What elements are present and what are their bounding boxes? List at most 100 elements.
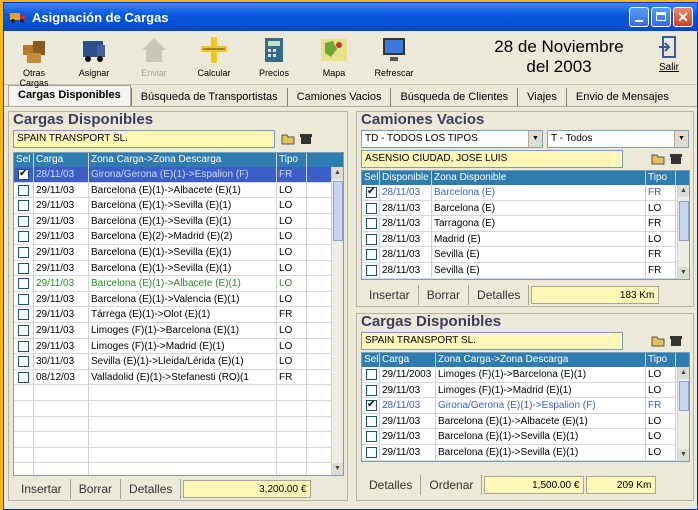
select-checkbox[interactable] bbox=[366, 446, 377, 458]
table-row[interactable]: 29/11/2003 Limoges (F)(1)->Barcelona (E)(… bbox=[362, 367, 689, 383]
table-row[interactable]: 28/11/03Girona/Gerona (E)(1)->Espalion (… bbox=[14, 167, 343, 183]
maximize-button[interactable] bbox=[651, 7, 671, 27]
table-row[interactable]: 29/11/03 Barcelona (E)(1)->Sevilla (E)(1)… bbox=[14, 244, 343, 261]
table-row[interactable]: 29/11/03 Barcelona (E)(2)->Madrid (E)(2) L… bbox=[14, 229, 343, 245]
select-checkbox[interactable] bbox=[366, 415, 377, 427]
select-checkbox[interactable] bbox=[18, 215, 29, 227]
trucks-grid-scrollbar[interactable]: ▲ ▼ bbox=[677, 185, 689, 279]
precios-button[interactable]: Precios bbox=[248, 35, 300, 78]
cargo-company-field[interactable]: SPAIN TRANSPORT SL. bbox=[361, 332, 623, 350]
select-checkbox[interactable] bbox=[18, 293, 29, 305]
select-checkbox[interactable] bbox=[366, 431, 377, 443]
select-checkbox[interactable] bbox=[18, 231, 29, 243]
cargo-order-button[interactable]: Ordenar bbox=[421, 475, 483, 495]
mapa-button[interactable]: Mapa bbox=[308, 35, 360, 78]
table-row[interactable]: 29/11/03 Barcelona (E)(1)->Sevilla (E)(1)… bbox=[362, 429, 689, 445]
table-row[interactable]: 28/11/03 Tarragona (E) FR bbox=[362, 216, 689, 232]
select-checkbox[interactable] bbox=[18, 262, 29, 274]
phone-icon[interactable] bbox=[669, 334, 683, 347]
table-row[interactable]: 28/11/03 Sevilla (E) FR bbox=[362, 262, 689, 279]
table-row[interactable]: 29/11/03 Barcelona (E)(1)->Sevilla (E)(1)… bbox=[14, 198, 343, 214]
table-row[interactable] bbox=[14, 400, 343, 417]
select-checkbox[interactable] bbox=[18, 167, 29, 181]
select-checkbox[interactable] bbox=[366, 185, 377, 199]
tab-camiones-vacios[interactable]: Camiones Vacios bbox=[286, 88, 391, 106]
table-row[interactable]: 29/11/03 Barcelona (E)(1)->Albacete (E)(1… bbox=[14, 182, 343, 199]
select-checkbox[interactable] bbox=[18, 324, 29, 336]
close-button[interactable]: ✕ bbox=[673, 7, 693, 27]
select-checkbox[interactable] bbox=[18, 246, 29, 258]
cargo-grid: Sel Carga Zona Carga->Zona Descarga Tipo… bbox=[361, 352, 690, 462]
table-row[interactable]: 28/11/03Barcelona (E)FR bbox=[362, 185, 689, 201]
table-row[interactable]: 29/11/03 Tárrega (E)(1)->Olot (E)(1) FR bbox=[14, 307, 343, 323]
table-row[interactable]: 29/11/03 Barcelona (E)(1)->Sevilla (E)(1)… bbox=[14, 213, 343, 230]
select-checkbox[interactable] bbox=[366, 384, 377, 396]
select-checkbox[interactable] bbox=[366, 202, 377, 214]
tab-busqueda-transportistas[interactable]: Búsqueda de Transportistas bbox=[130, 88, 287, 106]
select-checkbox[interactable] bbox=[18, 278, 29, 290]
table-row[interactable]: 29/11/03 Barcelona (E)(1)->Sevilla (E)(1)… bbox=[362, 444, 689, 461]
left-details-button[interactable]: Detalles bbox=[121, 479, 182, 499]
select-checkbox[interactable] bbox=[366, 369, 377, 380]
enviar-button[interactable]: Enviar bbox=[128, 35, 180, 78]
type-filter-select[interactable]: TD - TODOS LOS TIPOS ▼ bbox=[361, 130, 543, 148]
table-row[interactable] bbox=[14, 385, 343, 401]
left-insert-button[interactable]: Insertar bbox=[13, 479, 71, 499]
exit-button[interactable]: Salir bbox=[649, 35, 689, 73]
folder-icon[interactable] bbox=[281, 132, 295, 145]
tab-envio-mensajes[interactable]: Envio de Mensajes bbox=[565, 88, 678, 106]
select-checkbox[interactable] bbox=[18, 200, 29, 212]
table-row[interactable]: 29/11/03 Limoges (F)(1)->Barcelona (E)(1)… bbox=[14, 322, 343, 339]
table-row[interactable]: 28/11/03Girona/Gerona (E)(1)->Espalion (… bbox=[362, 398, 689, 414]
t-filter-select[interactable]: T - Todos ▼ bbox=[547, 130, 689, 148]
asignar-button[interactable]: Asignar bbox=[68, 35, 120, 78]
left-delete-button[interactable]: Borrar bbox=[71, 479, 122, 499]
table-row[interactable] bbox=[14, 463, 343, 475]
table-row[interactable]: 30/11/03 Sevilla (E)(1)->Lleida/Lérida (E… bbox=[14, 354, 343, 370]
table-row[interactable]: 28/11/03 Barcelona (E) LO bbox=[362, 200, 689, 217]
otras-cargas-button[interactable]: Otras Cargas bbox=[8, 35, 60, 88]
trucks-insert-button[interactable]: Insertar bbox=[361, 285, 419, 305]
select-checkbox[interactable] bbox=[366, 264, 377, 276]
select-checkbox[interactable] bbox=[18, 184, 29, 196]
phone-icon[interactable] bbox=[669, 152, 683, 165]
select-checkbox[interactable] bbox=[366, 249, 377, 261]
select-checkbox[interactable] bbox=[366, 398, 377, 412]
table-row[interactable]: 29/11/03 Barcelona (E)(1)->Valencia (E)(1… bbox=[14, 291, 343, 308]
tab-busqueda-clientes[interactable]: Búsqueda de Clientes bbox=[390, 88, 517, 106]
table-row[interactable] bbox=[14, 447, 343, 464]
select-checkbox[interactable] bbox=[18, 340, 29, 352]
table-row[interactable]: 29/11/03 Barcelona (E)(1)->Sevilla (E)(1)… bbox=[14, 260, 343, 277]
trucks-details-button[interactable]: Detalles bbox=[469, 285, 530, 305]
table-row[interactable]: 28/11/03 Sevilla (E) FR bbox=[362, 247, 689, 263]
select-checkbox[interactable] bbox=[366, 233, 377, 245]
tab-cargas-disponibles[interactable]: Cargas Disponibles bbox=[8, 85, 131, 106]
minimize-button[interactable] bbox=[629, 7, 649, 27]
folder-icon[interactable] bbox=[651, 334, 665, 347]
table-row[interactable]: 29/11/03 Barcelona (E)(1)->Albacete (E)(1… bbox=[362, 413, 689, 430]
trucks-delete-button[interactable]: Borrar bbox=[419, 285, 470, 305]
select-checkbox[interactable] bbox=[18, 356, 29, 368]
table-row[interactable]: 29/11/03 Barcelona (E)(1)->Albacete (E)(1… bbox=[14, 276, 343, 292]
refrescar-button[interactable]: Refrescar bbox=[368, 35, 420, 78]
select-checkbox[interactable] bbox=[18, 371, 29, 383]
folder-icon[interactable] bbox=[651, 152, 665, 165]
table-row[interactable]: 28/11/03 Madrid (E) LO bbox=[362, 231, 689, 248]
table-row[interactable] bbox=[14, 432, 343, 448]
table-row[interactable]: 29/11/03 Limoges (F)(1)->Madrid (E)(1) LO bbox=[362, 382, 689, 399]
cargo-details-button[interactable]: Detalles bbox=[361, 475, 422, 495]
cell-zone bbox=[89, 385, 277, 400]
cargo-grid-scrollbar[interactable]: ▲ ▼ bbox=[677, 367, 689, 461]
cell-zone: Barcelona (E)(2)->Madrid (E)(2) bbox=[89, 229, 277, 244]
table-row[interactable]: 29/11/03 Limoges (F)(1)->Madrid (E)(1) LO bbox=[14, 338, 343, 355]
tab-viajes[interactable]: Viajes bbox=[517, 88, 566, 106]
table-row[interactable] bbox=[14, 416, 343, 433]
select-checkbox[interactable] bbox=[18, 309, 29, 321]
contact-field[interactable]: ASENSIO CIUDAD, JOSE LUIS bbox=[361, 150, 623, 168]
left-grid-scrollbar[interactable]: ▲ ▼ bbox=[331, 167, 343, 475]
select-checkbox[interactable] bbox=[366, 218, 377, 230]
left-company-field[interactable]: SPAIN TRANSPORT SL. bbox=[13, 130, 275, 148]
calcular-button[interactable]: Calcular bbox=[188, 35, 240, 78]
table-row[interactable]: 08/12/03 Valladolid (E)(1)->Stefanesti (R… bbox=[14, 369, 343, 386]
phone-icon[interactable] bbox=[299, 132, 313, 145]
